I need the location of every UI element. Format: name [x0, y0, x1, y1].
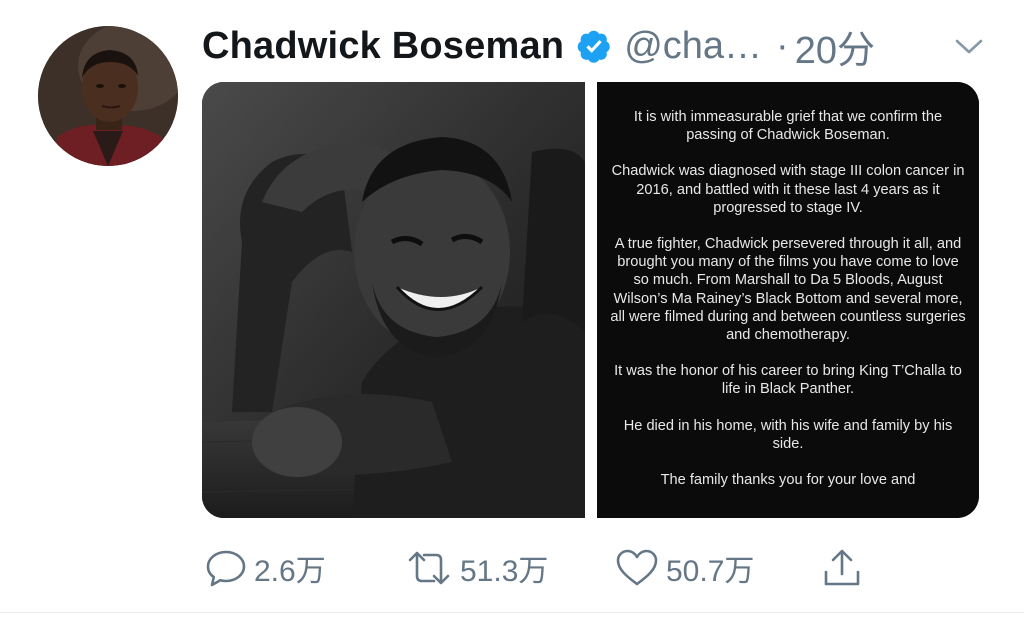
- statement-paragraph: It was the honor of his career to bring …: [614, 363, 962, 398]
- avatar[interactable]: [38, 26, 178, 166]
- share-button[interactable]: [820, 540, 864, 596]
- reply-icon: [206, 550, 246, 587]
- retweet-count: 51.3万: [460, 555, 549, 588]
- retweet-icon: [408, 551, 450, 585]
- handle[interactable]: @cha…: [624, 25, 762, 68]
- retweet-button[interactable]: 51.3万: [404, 540, 548, 596]
- reply-button[interactable]: 2.6万: [204, 540, 326, 596]
- like-count: 50.7万: [666, 555, 755, 588]
- share-icon: [824, 549, 860, 586]
- photo-image[interactable]: [202, 82, 585, 518]
- avatar-image: [38, 26, 178, 166]
- tweet-actions: 2.6万 51.3万 50.7万: [204, 540, 904, 596]
- statement-image[interactable]: It is with immeasurable grief that we co…: [597, 82, 979, 518]
- media-divider: [585, 82, 597, 518]
- tweet-header: Chadwick Boseman @cha… · 20分: [202, 18, 1002, 74]
- separator-dot: ·: [776, 24, 789, 67]
- statement-paragraph: The family thanks you for your love and: [660, 472, 916, 489]
- divider: [0, 612, 1024, 613]
- verified-badge-icon: [576, 28, 612, 64]
- tweet-media[interactable]: It is with immeasurable grief that we co…: [202, 82, 979, 518]
- statement-paragraph: Chadwick was diagnosed with stage III co…: [611, 163, 965, 216]
- timestamp[interactable]: 20分: [795, 19, 875, 74]
- statement-paragraph: It is with immeasurable grief that we co…: [633, 109, 943, 144]
- heart-icon: [616, 549, 658, 586]
- reply-count: 2.6万: [254, 555, 326, 588]
- statement-paragraph: He died in his home, with his wife and f…: [623, 417, 953, 452]
- display-name[interactable]: Chadwick Boseman: [202, 25, 564, 68]
- tweet[interactable]: Chadwick Boseman @cha… · 20分 It is with …: [0, 0, 1024, 628]
- like-button[interactable]: 50.7万: [614, 540, 754, 596]
- chevron-down-icon[interactable]: [952, 34, 986, 58]
- statement-paragraph: A true fighter, Chadwick persevered thro…: [610, 236, 966, 344]
